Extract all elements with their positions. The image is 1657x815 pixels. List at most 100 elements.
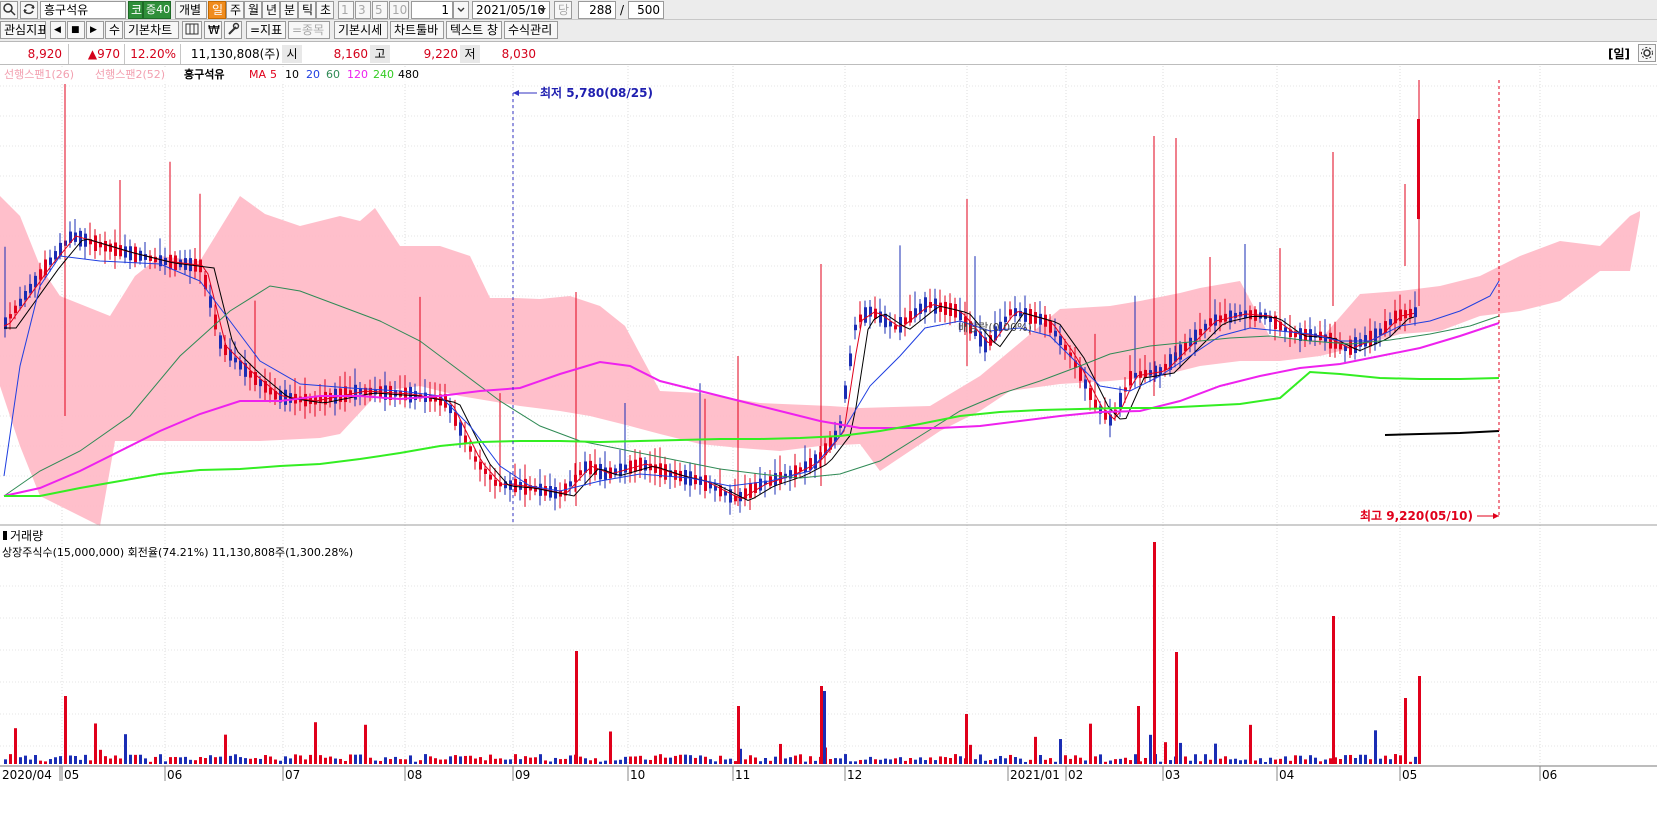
period-spin-icon[interactable] bbox=[453, 1, 469, 19]
period-5-button[interactable]: 5 bbox=[372, 1, 388, 19]
candle-body bbox=[1139, 371, 1142, 378]
volume-bar bbox=[539, 754, 542, 764]
volume-bar bbox=[1194, 754, 1197, 764]
candle-body bbox=[1404, 310, 1407, 319]
period-second-button[interactable]: 초 bbox=[316, 1, 334, 19]
period-3-button[interactable]: 3 bbox=[355, 1, 371, 19]
date-suffix-button[interactable]: 당 bbox=[554, 1, 572, 19]
volume-bar bbox=[789, 757, 792, 764]
volume-bar bbox=[44, 761, 47, 764]
formula-management-button[interactable]: 수식관리 bbox=[504, 21, 558, 39]
chart-canvas[interactable]: 2020/04 05 06 07 08 09 10 11 12 2021/01 02 03 04 05 06… bbox=[0, 66, 1657, 815]
volume-bar bbox=[1329, 758, 1332, 764]
volume-bar bbox=[769, 760, 772, 764]
period-month-button[interactable]: 월 bbox=[244, 1, 262, 19]
add-indicator-button[interactable]: =지표 bbox=[246, 21, 286, 39]
candle-body bbox=[479, 461, 482, 470]
volume-bar bbox=[1389, 759, 1392, 764]
volume-bar bbox=[1114, 759, 1117, 764]
settings-icon[interactable] bbox=[1638, 44, 1656, 62]
grid-icon[interactable] bbox=[182, 21, 202, 39]
volume-bar bbox=[284, 756, 287, 764]
su-button[interactable]: 수 bbox=[105, 21, 123, 39]
date-picker[interactable]: 2021/05/10 bbox=[472, 1, 550, 19]
volume-bar bbox=[34, 755, 37, 764]
count-total-input[interactable]: 500 bbox=[628, 1, 664, 19]
high-price: 9,220 bbox=[423, 47, 458, 61]
volume-bar bbox=[864, 759, 867, 764]
period-tick-button[interactable]: 틱 bbox=[298, 1, 316, 19]
volume-bar bbox=[874, 759, 877, 764]
volume-bar bbox=[304, 759, 307, 764]
interest-indicator-button[interactable]: 관심지표 bbox=[0, 21, 46, 39]
volume-bar bbox=[174, 756, 177, 764]
period-day-button[interactable]: 일 bbox=[208, 1, 226, 19]
volume-bar bbox=[344, 760, 347, 764]
candle-body bbox=[209, 296, 212, 308]
volume-bar bbox=[354, 754, 357, 764]
add-stock-button[interactable]: =종목 bbox=[288, 21, 330, 39]
period-year-button[interactable]: 년 bbox=[262, 1, 280, 19]
candle-body bbox=[804, 461, 807, 473]
volume-bar bbox=[779, 743, 782, 764]
margin-badge: 증40 bbox=[143, 1, 171, 19]
volume-bar bbox=[1259, 758, 1262, 764]
candle-body bbox=[464, 435, 467, 443]
period-10-button[interactable]: 10 bbox=[389, 1, 409, 19]
volume-bar bbox=[219, 756, 222, 764]
candle-body bbox=[939, 302, 942, 312]
volume-bar bbox=[199, 756, 202, 764]
volume-bar bbox=[74, 755, 77, 764]
x-axis-label: 2021/01 bbox=[1010, 768, 1060, 782]
volume-bar bbox=[1054, 761, 1057, 764]
basic-chart-button[interactable]: 기본차트 bbox=[124, 21, 179, 39]
volume-bar bbox=[499, 758, 502, 764]
legend-ma20: 20 bbox=[306, 68, 320, 81]
period-week-button[interactable]: 주 bbox=[226, 1, 244, 19]
won-button[interactable]: ₩ bbox=[204, 21, 222, 39]
volume-bar bbox=[634, 756, 637, 764]
nav-stop-button[interactable]: ■ bbox=[67, 21, 85, 39]
volume-bar bbox=[624, 756, 627, 764]
dividend-label: 배당락(0.00%) bbox=[958, 321, 1032, 334]
stock-name-input[interactable]: 흥구석유 bbox=[40, 1, 126, 19]
candle-body bbox=[1054, 330, 1057, 337]
volume-bar bbox=[259, 758, 262, 764]
volume-bar bbox=[339, 758, 342, 764]
period-minute-button[interactable]: 분 bbox=[280, 1, 298, 19]
volume-bar bbox=[679, 754, 682, 764]
wrench-icon[interactable] bbox=[224, 21, 242, 39]
candle-body bbox=[664, 464, 667, 480]
candle-body bbox=[474, 456, 477, 462]
basic-quote-button[interactable]: 기본시세 bbox=[334, 21, 388, 39]
period-1-button[interactable]: 1 bbox=[338, 1, 354, 19]
volume-bar bbox=[939, 756, 942, 764]
search-icon[interactable] bbox=[0, 1, 18, 19]
x-axis-label: 02 bbox=[1068, 768, 1083, 782]
volume-bar bbox=[1369, 759, 1372, 764]
nav-right-button[interactable]: ▶ bbox=[86, 21, 104, 39]
refresh-icon[interactable] bbox=[20, 1, 38, 19]
candle-body bbox=[1389, 319, 1392, 325]
candle-body bbox=[1214, 314, 1217, 326]
volume-bar bbox=[1349, 754, 1352, 764]
volume-info: 상장주식수(15,000,000) 회전율(74.21%) 11,130,808… bbox=[2, 546, 353, 559]
candle-body bbox=[14, 305, 17, 313]
volume-bar bbox=[1044, 759, 1047, 764]
period-value-input[interactable]: 1 bbox=[411, 1, 453, 19]
high-arrow-icon bbox=[1493, 513, 1499, 519]
volume-bar bbox=[744, 759, 747, 764]
volume-bar bbox=[1124, 757, 1127, 764]
individual-button[interactable]: 개별 bbox=[175, 1, 207, 19]
candle-body bbox=[19, 298, 22, 307]
candle-body bbox=[1219, 315, 1222, 323]
text-window-button[interactable]: 텍스트 창 bbox=[446, 21, 502, 39]
volume-bar bbox=[379, 760, 382, 764]
volume-bar bbox=[1379, 758, 1382, 764]
volume-bar bbox=[979, 754, 982, 764]
count-input[interactable]: 288 bbox=[578, 1, 616, 19]
chart-toolbar-button[interactable]: 차트툴바 bbox=[390, 21, 444, 39]
nav-left-button[interactable]: ◀ bbox=[50, 21, 66, 39]
volume-bar bbox=[244, 758, 247, 764]
volume-bar bbox=[704, 756, 707, 764]
